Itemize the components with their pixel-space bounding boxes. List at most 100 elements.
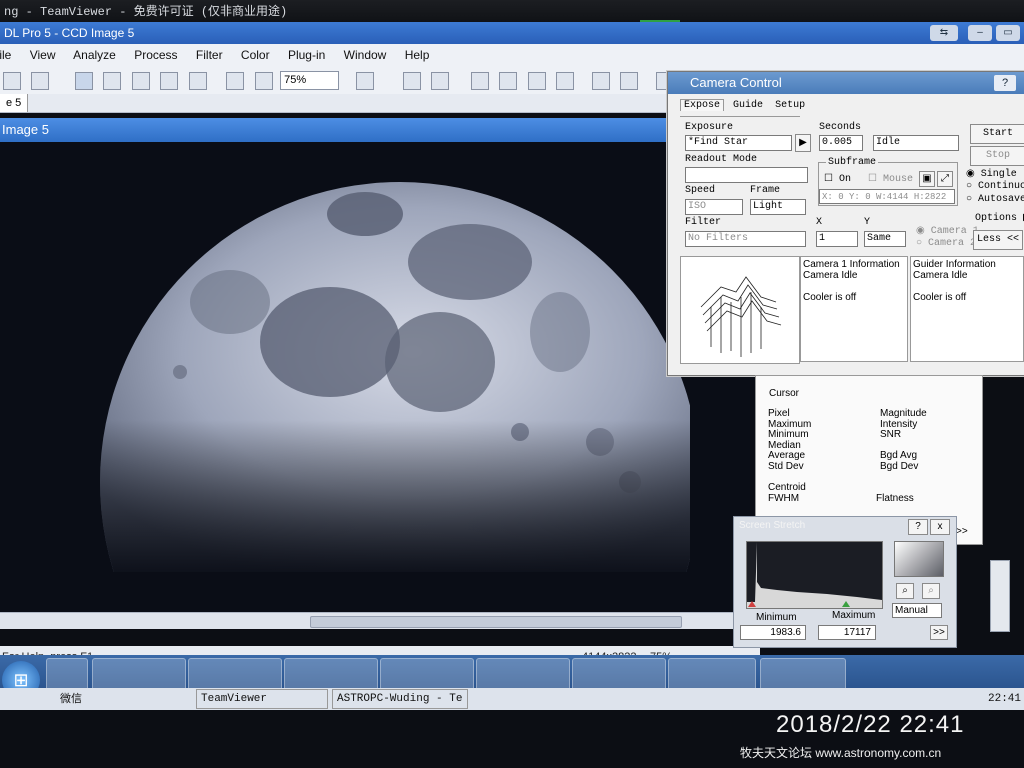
- vertical-scrollbar[interactable]: [990, 560, 1010, 632]
- menu-window[interactable]: Window: [344, 48, 387, 62]
- zoom-out-icon[interactable]: [254, 72, 273, 90]
- flip-icon[interactable]: [131, 72, 150, 90]
- menu-file[interactable]: File: [0, 48, 11, 62]
- maximum-input[interactable]: 17117: [818, 625, 876, 640]
- star-icon[interactable]: [188, 72, 207, 90]
- crop-icon[interactable]: [103, 72, 122, 90]
- play-icon[interactable]: ▶: [795, 134, 811, 152]
- maximize-button[interactable]: ▭: [996, 25, 1020, 41]
- readout-mode-label: Readout Mode: [685, 154, 758, 165]
- filter-label: Filter: [685, 217, 722, 228]
- subframe-select-icon[interactable]: ▣: [919, 171, 935, 187]
- tab-guide[interactable]: Guide: [730, 100, 766, 111]
- frame-select[interactable]: Light: [750, 199, 806, 215]
- tab-expose[interactable]: Expose: [680, 99, 725, 111]
- camera1-radio[interactable]: ◉ Camera 1: [916, 225, 979, 237]
- menu-filter[interactable]: Filter: [196, 48, 223, 62]
- stack-icon[interactable]: [431, 72, 450, 90]
- menu-color[interactable]: Color: [241, 48, 270, 62]
- minimum-marker[interactable]: [748, 601, 756, 607]
- info-average: Average: [768, 450, 806, 461]
- doc2-icon[interactable]: [499, 72, 518, 90]
- camera-control-dialog: Camera Control ? Expose Guide Setup Expo…: [667, 71, 1024, 376]
- image-canvas[interactable]: [0, 142, 760, 612]
- system-clock: 22:41: [988, 693, 1022, 705]
- binning-x-select[interactable]: 1: [816, 231, 858, 247]
- mode-continuous[interactable]: ○ Continuous: [966, 181, 1024, 192]
- subframe-on-checkbox[interactable]: ☐ On: [824, 173, 851, 185]
- seconds-input[interactable]: 0.005: [819, 135, 863, 151]
- plus-icon[interactable]: [620, 72, 639, 90]
- doc-icon[interactable]: [470, 72, 489, 90]
- taskbar-astropc[interactable]: ASTROPC-Wuding - Te: [332, 689, 468, 709]
- photo-timestamp: 2018/2/22 22:41: [776, 711, 965, 738]
- histogram[interactable]: [746, 541, 883, 609]
- minimum-input[interactable]: 1983.6: [740, 625, 806, 640]
- stretch-close-button[interactable]: x: [930, 519, 950, 535]
- options-button[interactable]: Options ▶: [975, 212, 1024, 224]
- subframe-mouse-checkbox[interactable]: ☐ Mouse: [868, 173, 913, 185]
- stretch-help-button[interactable]: ?: [908, 519, 928, 535]
- camera1-info-status: Camera Idle: [803, 270, 858, 281]
- seconds-label: Seconds: [819, 122, 862, 133]
- mode-autosave[interactable]: ○ Autosave: [966, 194, 1024, 205]
- stretch-zoom-icon[interactable]: ⌕: [896, 583, 914, 599]
- moon-image: [100, 142, 760, 612]
- tab-image5[interactable]: e 5: [0, 94, 29, 112]
- info-title: Cursor: [769, 388, 800, 399]
- readout-mode-select[interactable]: [685, 167, 808, 183]
- horizontal-scrollbar[interactable]: [0, 612, 740, 629]
- menu-analyze[interactable]: Analyze: [73, 48, 116, 62]
- filter-select[interactable]: No Filters: [685, 231, 806, 247]
- menu-bar: File View Analyze Process Filter Color P…: [0, 44, 1024, 67]
- info-std-dev: Std Dev: [768, 460, 804, 472]
- binning-y-select[interactable]: Same: [864, 231, 906, 247]
- minimize-button[interactable]: –: [968, 25, 992, 41]
- start-button[interactable]: Start: [970, 124, 1024, 144]
- camera2-radio[interactable]: ○ Camera 2: [916, 238, 976, 249]
- doc3-icon[interactable]: [527, 72, 546, 90]
- stretch-zoom2-icon[interactable]: ⌕: [922, 583, 940, 599]
- image-window-title: Image 5: [2, 122, 49, 137]
- redo-icon[interactable]: [31, 72, 50, 90]
- zoom-select[interactable]: 75%: [280, 71, 340, 90]
- menu-view[interactable]: View: [30, 48, 56, 62]
- frame-label: Frame: [750, 185, 781, 196]
- help-button[interactable]: ?: [994, 75, 1016, 91]
- mode-single[interactable]: ◉ Single: [966, 168, 1017, 180]
- taskbar-teamviewer[interactable]: TeamViewer: [196, 689, 328, 709]
- local-taskbar-strip: 微信 TeamViewer ASTROPC-Wuding - Te 22:41: [0, 688, 1024, 710]
- zoom-in-icon[interactable]: [226, 72, 245, 90]
- scroll-thumb[interactable]: [310, 616, 682, 628]
- speed-label: Speed: [685, 185, 716, 196]
- doc4-icon[interactable]: [556, 72, 575, 90]
- info-more-button[interactable]: >>: [956, 526, 968, 537]
- options-label: Options: [975, 213, 1018, 224]
- subframe-full-icon[interactable]: ⤢: [937, 171, 953, 187]
- menu-plugin[interactable]: Plug-in: [288, 48, 325, 62]
- stretch-more-button[interactable]: >>: [930, 625, 948, 640]
- restore-window-button[interactable]: ⇆: [930, 25, 958, 41]
- minimum-label: Minimum: [756, 612, 797, 623]
- undo-icon[interactable]: [3, 72, 21, 90]
- menu-help[interactable]: Help: [405, 48, 430, 62]
- hand-icon[interactable]: [160, 72, 179, 90]
- camera1-label: Camera 1: [930, 226, 979, 237]
- page-icon[interactable]: [591, 72, 610, 90]
- app-title-bar: DL Pro 5 - CCD Image 5 ⇆ – ▭: [0, 22, 1024, 44]
- speed-select[interactable]: ISO: [685, 199, 743, 215]
- menu-process[interactable]: Process: [134, 48, 177, 62]
- help-pointer-icon[interactable]: [355, 72, 374, 90]
- stretch-mode-select[interactable]: Manual: [892, 603, 942, 618]
- maximum-label: Maximum: [832, 610, 876, 621]
- less-button[interactable]: Less <<: [973, 230, 1023, 250]
- tab-setup[interactable]: Setup: [772, 100, 808, 111]
- taskbar-wechat[interactable]: 微信: [60, 688, 82, 710]
- rectangle-icon[interactable]: [402, 72, 421, 90]
- exposure-select[interactable]: *Find Star: [685, 135, 792, 151]
- star-profile-plot: [700, 276, 782, 357]
- maximum-marker[interactable]: [842, 601, 850, 607]
- stop-button[interactable]: Stop: [970, 146, 1024, 166]
- binning-y-label: Y: [864, 217, 871, 228]
- image-icon[interactable]: [74, 72, 93, 90]
